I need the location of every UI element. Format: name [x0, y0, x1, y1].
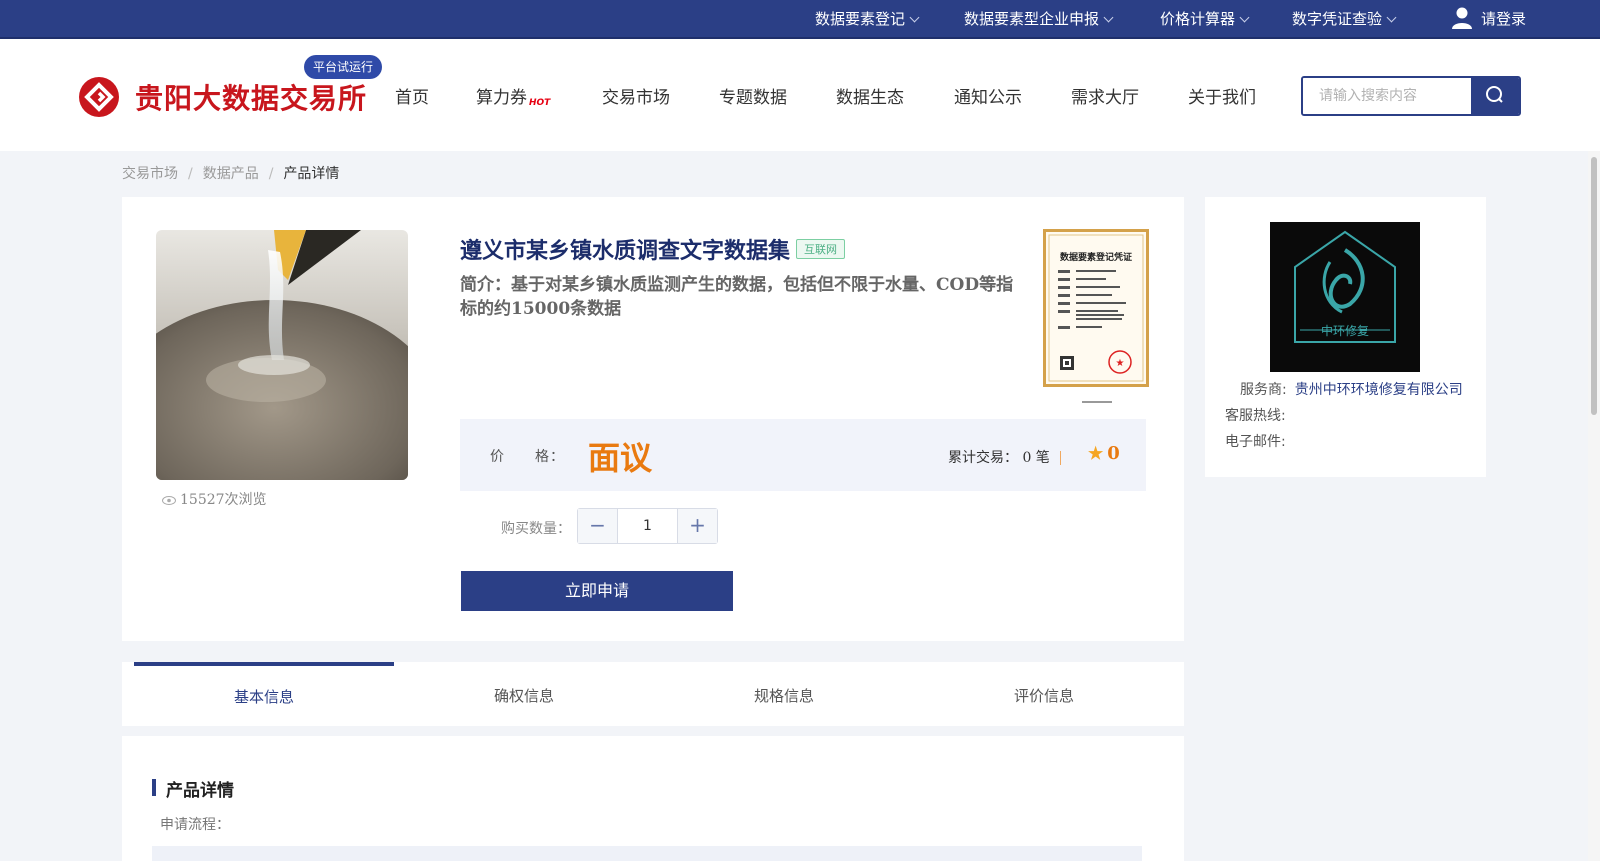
tab-rights-info[interactable]: 确权信息	[394, 662, 654, 726]
svg-text:★: ★	[1116, 358, 1125, 369]
login-link[interactable]: 请登录	[1451, 0, 1526, 39]
product-title: 遵义市某乡镇水质调查文字数据集 互联网	[460, 233, 846, 265]
quantity-label: 购买数量：	[501, 521, 571, 537]
nav-item-home[interactable]: 首页	[395, 83, 429, 108]
divider	[1060, 451, 1061, 465]
tab-review-info[interactable]: 评价信息	[914, 662, 1174, 726]
search-box	[1301, 76, 1521, 116]
provider-service: 服务商: 贵州中环环境修复有限公司	[1240, 382, 1463, 398]
provider-logo[interactable]: 中环修复	[1270, 222, 1420, 372]
chevron-down-icon	[1386, 12, 1397, 23]
section-title: 产品详情	[152, 776, 234, 801]
breadcrumb-separator: /	[188, 166, 193, 182]
breadcrumb-current: 产品详情	[283, 166, 340, 182]
application-flow-label: 申请流程：	[160, 817, 230, 833]
chevron-down-icon	[1103, 12, 1114, 23]
trial-badge: 平台试运行	[304, 55, 383, 79]
chevron-down-icon	[1239, 12, 1250, 23]
scrollbar-thumb[interactable]	[1591, 157, 1597, 415]
topbar-item-enterprise-declaration[interactable]: 数据要素型企业申报	[964, 0, 1114, 39]
price-label: 价 格：	[490, 449, 565, 465]
topbar-item-certificate-check[interactable]: 数字凭证查验	[1292, 0, 1397, 39]
search-input[interactable]	[1303, 78, 1473, 114]
trade-count: 累计交易： 0 笔	[948, 450, 1050, 466]
nav-item-demand-hall[interactable]: 需求大厅	[1071, 83, 1139, 108]
provider-logo-text: 中环修复	[1321, 323, 1369, 338]
category-tag: 互联网	[796, 239, 846, 259]
price-value: 面议	[588, 439, 653, 477]
breadcrumb-market[interactable]: 交易市场	[122, 166, 178, 182]
provider-name-link[interactable]: 贵州中环环境修复有限公司	[1295, 382, 1463, 398]
decrement-button[interactable]: −	[578, 509, 618, 543]
certificate-image: 数据要素登记凭证 ★	[1048, 234, 1144, 382]
nav-item-compute-voucher[interactable]: 算力券 HOT	[476, 83, 550, 108]
registration-certificate[interactable]: 数据要素登记凭证 ★	[1043, 229, 1149, 387]
view-count: 15527次浏览	[162, 489, 267, 509]
breadcrumb: 交易市场 / 数据产品 / 产品详情	[122, 163, 339, 183]
product-image[interactable]	[156, 230, 408, 480]
tab-basic-info[interactable]: 基本信息	[134, 662, 394, 726]
user-icon	[1452, 7, 1472, 29]
breadcrumb-separator: /	[268, 166, 274, 182]
topbar-item-data-registration[interactable]: 数据要素登记	[815, 0, 920, 39]
breadcrumb-data-products[interactable]: 数据产品	[203, 166, 259, 182]
quantity-input[interactable]: 1	[618, 509, 677, 543]
nav-item-notices[interactable]: 通知公示	[954, 83, 1022, 108]
top-bar: 数据要素登记 数据要素型企业申报 价格计算器 数字凭证查验 请登录	[0, 0, 1600, 39]
nav-item-market[interactable]: 交易市场	[602, 83, 670, 108]
tab-spec-info[interactable]: 规格信息	[654, 662, 914, 726]
search-button[interactable]	[1471, 78, 1519, 114]
product-intro: 简介：基于对某乡镇水质监测产生的数据，包括但不限于水量、COD等指标的约1500…	[460, 275, 1014, 319]
topbar-item-price-calculator[interactable]: 价格计算器	[1160, 0, 1250, 39]
hot-badge: HOT	[529, 98, 551, 108]
eye-icon	[162, 495, 176, 505]
provider-hotline: 客服热线:	[1225, 408, 1286, 424]
logo-icon[interactable]	[79, 77, 119, 117]
product-card: 15527次浏览 遵义市某乡镇水质调查文字数据集 互联网 简介：基于对某乡镇水质监…	[122, 197, 1184, 641]
apply-button[interactable]: 立即申请	[461, 571, 733, 611]
search-icon	[1486, 86, 1503, 103]
page-scrollbar[interactable]	[1588, 151, 1600, 861]
certificate-indicator	[1082, 401, 1112, 403]
nav-item-topic-data[interactable]: 专题数据	[719, 83, 787, 108]
increment-button[interactable]: +	[677, 509, 717, 543]
provider-email: 电子邮件:	[1225, 434, 1286, 450]
price-panel: 价 格： 面议 累计交易： 0 笔 ★ 0	[460, 419, 1146, 491]
star-icon: ★	[1088, 444, 1104, 464]
provider-card: 中环修复 服务商: 贵州中环环境修复有限公司 客服热线: 电子邮件:	[1205, 197, 1486, 477]
product-details: 产品详情 申请流程：	[122, 736, 1184, 861]
chevron-down-icon	[909, 12, 920, 23]
nav-item-about[interactable]: 关于我们	[1188, 83, 1256, 108]
quantity-stepper: − 1 +	[577, 508, 718, 544]
rating: ★ 0	[1088, 443, 1120, 464]
header: 贵阳大数据交易所 平台试运行 首页 算力券 HOT 交易市场 专题数据 数据生态 …	[0, 39, 1600, 151]
certificate-title: 数据要素登记凭证	[1060, 251, 1132, 263]
application-flow-panel	[152, 846, 1142, 861]
info-tabs: 基本信息 确权信息 规格信息 评价信息	[122, 662, 1184, 726]
nav-item-ecosystem[interactable]: 数据生态	[836, 83, 904, 108]
logo-text[interactable]: 贵阳大数据交易所	[135, 77, 367, 117]
